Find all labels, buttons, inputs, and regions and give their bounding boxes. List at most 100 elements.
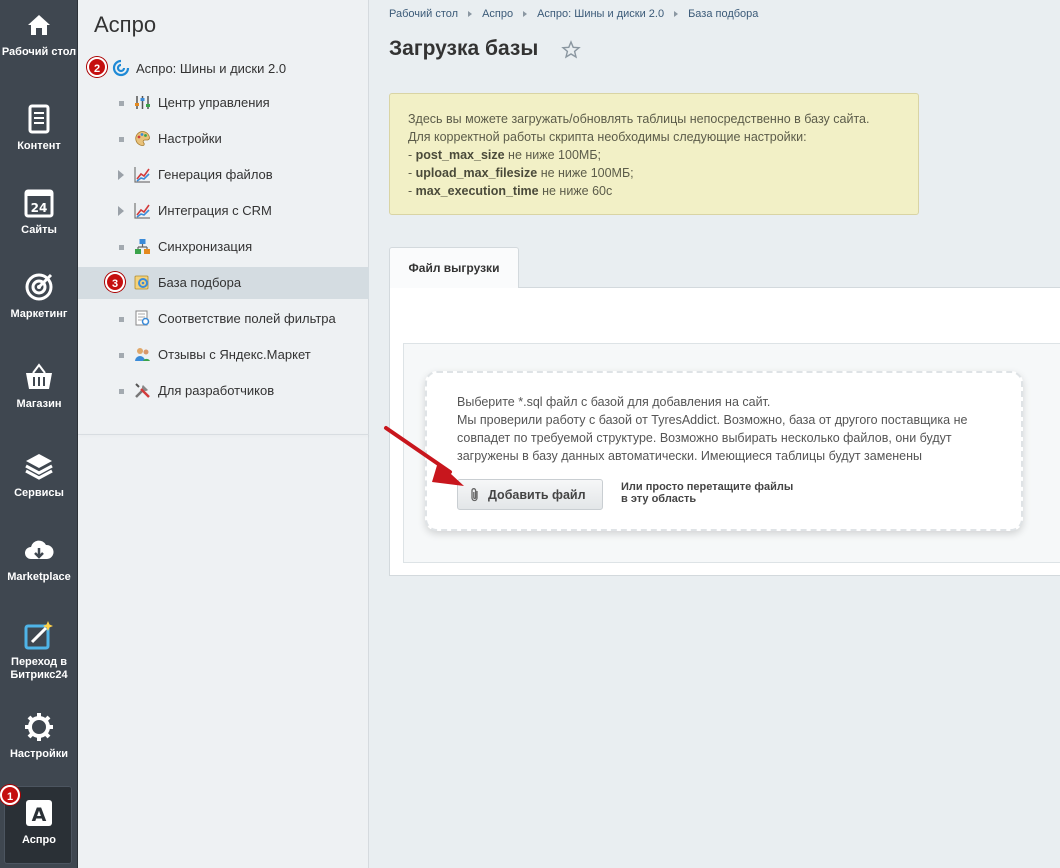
annotation-arrow-icon [384, 426, 464, 486]
expand-arrow-icon[interactable] [118, 170, 124, 180]
menu-item-filter-fields[interactable]: Соответствие полей фильтра [78, 303, 369, 335]
menu-item-developers[interactable]: Для разработчиков [78, 375, 369, 407]
rail-item-shop[interactable]: Магазин [0, 362, 78, 411]
notice-line: Для корректной работы скрипта необходимы… [408, 130, 807, 144]
setting-name: upload_max_filesize [415, 166, 538, 180]
breadcrumb-link[interactable]: База подбора [688, 8, 758, 20]
rail-item-marketing[interactable]: Маркетинг [0, 272, 78, 321]
svg-text:24: 24 [31, 201, 48, 215]
rail-label: Магазин [16, 398, 62, 410]
menu-item-label: Синхронизация [158, 239, 253, 254]
menu-item-label: Для разработчиков [158, 383, 275, 398]
basket-icon [26, 363, 52, 389]
svg-text:A: A [32, 804, 47, 826]
aspro-swirl-icon [112, 59, 130, 77]
network-icon [135, 239, 150, 254]
rail-item-services[interactable]: Сервисы [0, 451, 78, 500]
menu-root-item[interactable]: Аспро: Шины и диски 2.0 [112, 58, 286, 78]
notice-setting: - post_max_size не ниже 100МБ; [408, 148, 601, 162]
expand-arrow-icon[interactable] [118, 206, 124, 216]
rail-item-desktop[interactable]: Рабочий стол [0, 10, 78, 59]
database-gear-icon [134, 275, 149, 290]
menu-item-settings[interactable]: Настройки [78, 123, 369, 155]
menu-divider [78, 434, 369, 435]
file-drop-zone[interactable]: Выберите *.sql файл с базой для добавлен… [425, 371, 1023, 531]
menu-item-label: База подбора [158, 275, 242, 290]
aspro-a-icon: A [26, 800, 52, 826]
rail-label: Аспро [22, 834, 56, 846]
menu-item-label: Центр управления [158, 95, 270, 110]
rail-item-aspro[interactable]: A Аспро [0, 798, 78, 847]
step-badge-3: 3 [105, 272, 125, 292]
drag-hint-line: Или просто перетащите файлы [621, 481, 794, 493]
rail-label: Настройки [9, 748, 69, 760]
menu-item-yandex-reviews[interactable]: Отзывы с Яндекс.Маркет [78, 339, 369, 371]
tools-icon [135, 383, 150, 398]
drag-drop-hint: Или просто перетащите файлы в эту област… [621, 481, 811, 505]
layers-icon [25, 454, 53, 480]
chart-icon [134, 203, 150, 219]
upload-container: Выберите *.sql файл с базой для добавлен… [403, 343, 1060, 563]
rail-label: Сайты [21, 224, 57, 236]
menu-item-control-center[interactable]: Центр управления [78, 87, 369, 119]
setting-name: max_execution_time [415, 184, 539, 198]
magic-wand-icon [24, 621, 53, 650]
breadcrumb-link[interactable]: Аспро: Шины и диски 2.0 [537, 8, 664, 20]
rail-item-settings[interactable]: Настройки [0, 712, 78, 761]
section-menu: Аспро 2 Аспро: Шины и диски 2.0 Центр уп… [78, 0, 369, 868]
rail-item-bitrix24[interactable]: Переход в Битрикс24 [0, 620, 78, 682]
step-badge-2: 2 [87, 57, 107, 77]
menu-item-label: Генерация файлов [158, 167, 273, 182]
users-icon [135, 348, 150, 361]
upload-description: Выберите *.sql файл с базой для добавлен… [457, 393, 993, 465]
upload-text-line: Выберите *.sql файл с базой для добавлен… [457, 395, 771, 409]
menu-item-label: Настройки [158, 131, 222, 146]
rail-item-sites[interactable]: 24 Сайты [0, 188, 78, 237]
tab-upload-file[interactable]: Файл выгрузки [389, 247, 519, 288]
menu-title: Аспро [94, 12, 157, 37]
document-icon [28, 104, 50, 134]
step-badge-1: 1 [0, 785, 20, 805]
rail-label: Маркетинг [10, 308, 68, 320]
menu-item-label: Интеграция с CRM [158, 203, 272, 218]
drag-hint-line: в эту область [621, 493, 697, 505]
favorite-star-icon[interactable] [561, 40, 581, 60]
rail-item-marketplace[interactable]: Marketplace [0, 535, 78, 584]
breadcrumb-separator-icon [468, 11, 473, 17]
bullet [119, 317, 124, 322]
bullet [119, 245, 124, 250]
gear-icon [25, 713, 53, 741]
bullet [119, 389, 124, 394]
menu-item-crm-integration[interactable]: Интеграция с CRM [78, 195, 369, 227]
requirements-notice: Здесь вы можете загружать/обновлять табл… [389, 93, 919, 215]
target-icon [25, 273, 53, 301]
rail-label: Переход в Битрикс24 [10, 656, 68, 681]
left-rail: Рабочий стол Контент 24 Сайты Маркетинг … [0, 0, 78, 868]
notice-setting: - max_execution_time не ниже 60с [408, 184, 613, 198]
menu-root-label: Аспро: Шины и диски 2.0 [136, 60, 287, 76]
home-icon [28, 15, 50, 35]
rail-item-content[interactable]: Контент [0, 104, 78, 153]
menu-item-file-generation[interactable]: Генерация файлов [78, 159, 369, 191]
breadcrumb-link[interactable]: Аспро [482, 8, 513, 20]
menu-item-sync[interactable]: Синхронизация [78, 231, 369, 263]
bullet [119, 101, 124, 106]
breadcrumb-link[interactable]: Рабочий стол [389, 8, 458, 20]
setting-value: не ниже 100МБ; [504, 148, 601, 162]
rail-label: Контент [17, 140, 61, 152]
tab-panel: Выберите *.sql файл с базой для добавлен… [389, 287, 1060, 576]
menu-item-label: Соответствие полей фильтра [158, 311, 336, 326]
setting-value: не ниже 60с [538, 184, 613, 198]
notice-line: Здесь вы можете загружать/обновлять табл… [408, 112, 870, 126]
rail-label: Рабочий стол [1, 46, 77, 58]
chart-icon [134, 167, 150, 183]
breadcrumb-separator-icon [674, 11, 679, 17]
upload-text-line: Мы проверили работу с базой от TyresAddi… [457, 413, 968, 463]
rail-label: Marketplace [7, 571, 71, 583]
rail-label: Сервисы [14, 487, 64, 499]
breadcrumb: Рабочий стол Аспро Аспро: Шины и диски 2… [389, 8, 758, 20]
bullet [119, 353, 124, 358]
page-title: Загрузка базы [389, 37, 539, 60]
add-file-label: Добавить файл [488, 487, 586, 502]
bullet [119, 137, 124, 142]
